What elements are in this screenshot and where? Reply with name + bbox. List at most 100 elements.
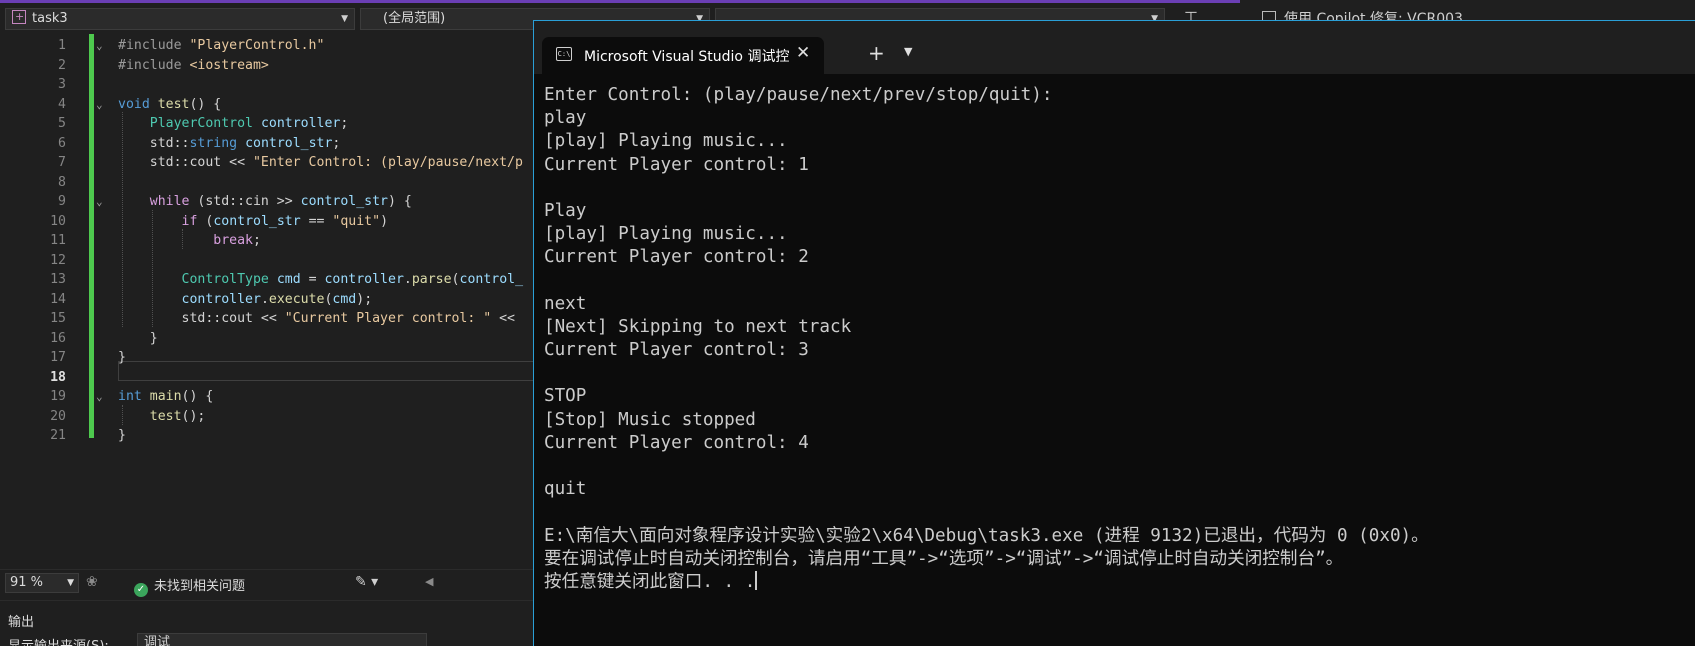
line-number: 2 — [58, 57, 66, 73]
code-text: while (std::cin >> control_str) { — [149, 194, 412, 209]
line-number: 6 — [58, 135, 66, 151]
code-text: std::cout << "Enter Control: (play/pause… — [118, 155, 523, 170]
fold-chevron-icon[interactable]: ⌄ — [96, 36, 103, 56]
line-number: 7 — [58, 155, 66, 170]
text-cursor — [755, 570, 758, 590]
line-number: 20 — [50, 408, 66, 424]
chevron-down-icon: ▼ — [341, 14, 348, 24]
code-text: std::cout << "Current Player control: " … — [118, 311, 515, 326]
active-document-indicator — [0, 0, 1240, 3]
terminal-icon: C:\ — [556, 47, 572, 61]
line-number: 8 — [58, 174, 66, 190]
console-line: play — [544, 107, 1694, 130]
fold-chevron-icon[interactable]: ⌄ — [96, 95, 103, 115]
console-line-text: Current Player control: 1 — [544, 154, 809, 175]
console-line-text: Current Player control: 2 — [544, 247, 809, 268]
console-line-text: STOP — [544, 386, 587, 407]
code-text: int main() { — [118, 389, 214, 404]
console-line: Current Player control: 2 — [544, 246, 1694, 269]
console-line: Current Player control: 3 — [544, 339, 1694, 362]
line-number: 5 — [58, 116, 66, 131]
console-line: next — [544, 293, 1694, 316]
code-text: #include <iostream> — [118, 57, 269, 73]
issues-indicator[interactable]: ✓ 未找到相关问题 — [134, 575, 245, 597]
line-number: 12 — [50, 252, 66, 268]
line-number: 19 — [50, 389, 66, 404]
line-number: 9 — [58, 194, 66, 209]
code-text: ControlType cmd = controller.parse(contr… — [181, 272, 524, 287]
scope-combo-label: (全局范围) — [383, 11, 446, 26]
fold-chevron-icon[interactable]: ⌄ — [96, 192, 103, 212]
code-text: } — [118, 428, 126, 443]
line-number: 15 — [50, 311, 66, 326]
scroll-left-icon[interactable]: ◀ — [425, 575, 433, 588]
output-source-combo[interactable]: 调试 — [137, 633, 427, 646]
check-circle-icon: ✓ — [134, 583, 148, 597]
console-line: 要在调试停止时自动关闭控制台，请启用“工具”->“选项”->“调试”->“调试停… — [544, 548, 1694, 571]
code-text: break; — [213, 233, 261, 248]
issues-label: 未找到相关问题 — [154, 579, 246, 594]
console-output[interactable]: Enter Control: (play/pause/next/prev/sto… — [544, 84, 1694, 644]
line-number: 1 — [58, 38, 66, 53]
line-number: 13 — [50, 272, 66, 287]
line-number: 3 — [58, 77, 66, 92]
code-cleanup-icon[interactable]: ✎ ▾ — [355, 574, 378, 590]
console-line: Current Player control: 1 — [544, 154, 1694, 177]
line-number: 18 — [50, 369, 66, 385]
close-icon[interactable]: ✕ — [796, 43, 810, 63]
console-line: [play] Playing music... — [544, 223, 1694, 246]
console-line: 按任意键关闭此窗口. . . — [544, 570, 1694, 594]
console-line-text: next — [544, 293, 587, 314]
output-source-value: 调试 — [144, 635, 171, 646]
console-tab-title: Microsoft Visual Studio 调试控 — [584, 49, 790, 65]
console-line-text: Enter Control: (play/pause/next/prev/sto… — [544, 85, 1053, 105]
zoom-combo[interactable]: 91 % ▼ — [5, 573, 79, 593]
project-combo[interactable]: task3 ▼ — [5, 8, 355, 30]
console-line-text: [Stop] Music stopped — [544, 409, 756, 430]
console-line-text: Current Player control: 4 — [544, 432, 809, 453]
console-line: [Stop] Music stopped — [544, 409, 1694, 432]
code-text: controller.execute(cmd); — [181, 291, 373, 307]
chevron-down-icon[interactable]: ▼ — [904, 45, 912, 58]
line-number: 16 — [50, 330, 66, 346]
console-line-text: quit — [544, 479, 587, 500]
console-line: STOP — [544, 385, 1694, 408]
console-line: [play] Playing music... — [544, 130, 1694, 153]
console-line: quit — [544, 478, 1694, 501]
line-number: 14 — [50, 291, 66, 307]
console-line-text: 要在调试停止时自动关闭控制台，请启用“工具”->“选项”->“调试”->“调试停… — [544, 548, 1344, 569]
console-tab[interactable]: C:\ Microsoft Visual Studio 调试控 ✕ — [542, 37, 824, 74]
console-line: Play — [544, 200, 1694, 223]
console-line-text: Play — [544, 200, 587, 221]
console-line-text: 按任意键关闭此窗口. . . — [544, 571, 756, 592]
console-line: E:\南信大\面向对象程序设计实验\实验2\x64\Debug\task3.ex… — [544, 525, 1694, 548]
line-number: 4 — [58, 96, 66, 112]
line-number: 17 — [50, 350, 66, 365]
line-number: 10 — [50, 213, 66, 229]
code-text: } — [118, 350, 126, 365]
console-line: Current Player control: 4 — [544, 432, 1694, 455]
console-line: Enter Control: (play/pause/next/prev/sto… — [544, 84, 1694, 107]
line-number: 21 — [50, 428, 66, 443]
output-source-label: 显示输出来源(S): — [8, 635, 109, 646]
chevron-down-icon: ▼ — [67, 578, 74, 588]
debug-console-window[interactable]: C:\ Microsoft Visual Studio 调试控 ✕ + ▼ En… — [533, 20, 1695, 646]
fold-chevron-icon[interactable]: ⌄ — [96, 387, 103, 407]
zoom-value: 91 % — [10, 575, 44, 590]
console-line-text: Current Player control: 3 — [544, 340, 809, 361]
project-combo-label: task3 — [32, 11, 68, 26]
code-text: #include "PlayerControl.h" — [118, 38, 325, 53]
new-tab-icon[interactable]: + — [868, 41, 885, 65]
code-text: PlayerControl controller; — [149, 116, 349, 131]
code-text: void test() { — [118, 96, 222, 112]
console-line-text: E:\南信大\面向对象程序设计实验\实验2\x64\Debug\task3.ex… — [544, 525, 1429, 546]
code-text: } — [118, 330, 158, 346]
copilot-icon[interactable]: ❀ — [86, 574, 98, 590]
console-line-text: [play] Playing music... — [544, 224, 788, 245]
console-line-text: play — [544, 108, 587, 129]
